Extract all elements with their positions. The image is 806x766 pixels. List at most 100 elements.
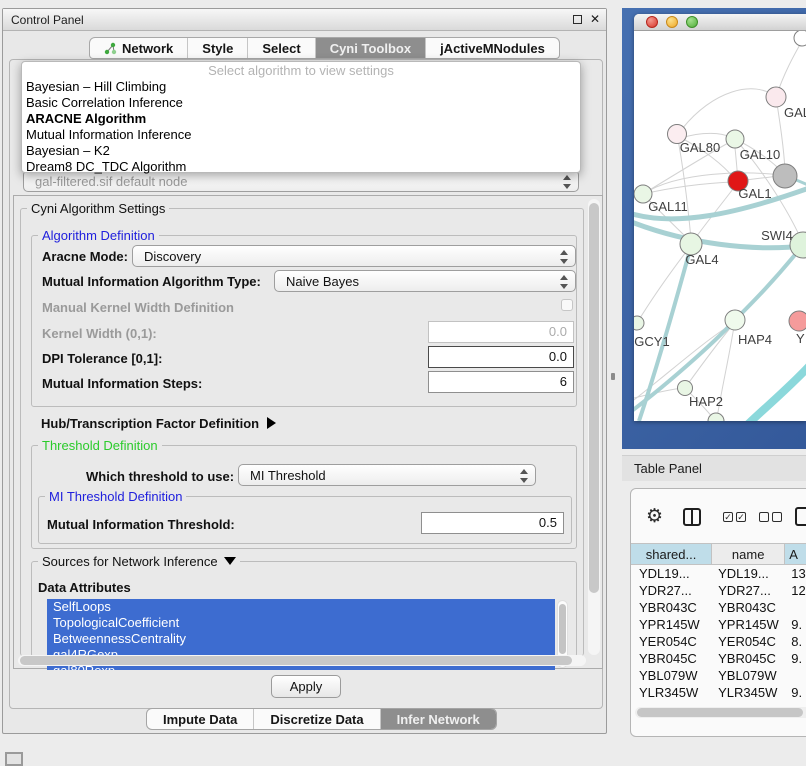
network-window-titlebar[interactable] (634, 14, 806, 31)
table-row[interactable]: YBR045C YBR045C 9. (631, 650, 806, 667)
data-attribute-item[interactable]: BetweennessCentrality (47, 631, 555, 647)
column-header-shared-name[interactable]: shared... (631, 544, 712, 564)
deselect-all-checkboxes-icon[interactable] (759, 512, 782, 522)
popup-item[interactable]: Mutual Information Inference (22, 127, 580, 143)
aracne-mode-combobox[interactable]: Discovery (132, 245, 576, 267)
control-panel-tabbar: Network Style Select Cyni Toolbox jActiv… (89, 37, 560, 59)
minimized-panel-icon[interactable] (5, 752, 23, 766)
tab-select[interactable]: Select (248, 38, 315, 58)
expander-right-arrow-icon (267, 417, 276, 429)
mi-threshold-label: Mutual Information Threshold: (47, 517, 235, 532)
manual-kernel-width-checkbox[interactable] (561, 299, 573, 311)
algorithm-definition-title: Algorithm Definition (38, 228, 159, 243)
network-node-label: GAL (784, 105, 806, 120)
column-header-partial[interactable]: A (785, 544, 806, 564)
table-row[interactable]: YLR345W YLR345W 9. (631, 684, 806, 701)
table-function-icon[interactable] (795, 507, 806, 526)
combo-stepper-icon (560, 249, 568, 265)
close-icon[interactable]: ✕ (590, 12, 600, 26)
splitter-handle[interactable] (611, 373, 615, 380)
table-row[interactable]: YBR043C YBR043C (631, 599, 806, 616)
network-node[interactable] (725, 310, 745, 330)
mi-algorithm-type-label: Mutual Information Algorithm Type: (42, 274, 261, 289)
mi-steps-label: Mutual Information Steps: (42, 376, 202, 391)
table-panel: ⚙ ✓✓ shared... name A YDL19... YDL19... … (630, 488, 806, 737)
which-threshold-combobox[interactable]: MI Threshold (238, 464, 536, 486)
popup-item[interactable]: Basic Correlation Inference (22, 95, 580, 111)
network-node[interactable] (726, 130, 744, 148)
aracne-mode-label: Aracne Mode: (42, 249, 128, 264)
mi-algorithm-type-combobox[interactable]: Naive Bayes (274, 270, 576, 292)
tab-cyni-toolbox[interactable]: Cyni Toolbox (316, 38, 426, 58)
network-node-label: GAL10 (740, 147, 780, 162)
network-node[interactable] (766, 87, 786, 107)
minimize-traffic-light-icon[interactable] (666, 16, 678, 28)
kernel-width-field[interactable]: 0.0 (428, 321, 574, 343)
columns-icon[interactable] (683, 508, 701, 526)
threshold-definition-title: Threshold Definition (38, 438, 162, 453)
kernel-width-label: Kernel Width (0,1): (42, 326, 157, 341)
network-node[interactable] (794, 31, 806, 46)
table-row[interactable]: YBL079W YBL079W (631, 667, 806, 684)
which-threshold-label: Which threshold to use: (86, 469, 234, 484)
tab-impute-data[interactable]: Impute Data (147, 709, 254, 729)
popup-item[interactable]: ARACNE Algorithm (22, 111, 580, 127)
select-all-checkboxes-icon[interactable]: ✓✓ (723, 512, 746, 522)
table-header-row: shared... name A (631, 543, 806, 565)
table-row[interactable]: YDR27... YDR27... 12 (631, 582, 806, 599)
mi-threshold-group-title: MI Threshold Definition (45, 489, 186, 504)
cyni-settings-scrollpane: Cyni Algorithm Settings Algorithm Defini… (13, 195, 603, 669)
network-node-label: GAL11 (648, 199, 688, 214)
apply-button[interactable]: Apply (271, 675, 341, 698)
dpi-tolerance-field[interactable]: 0.0 (428, 346, 574, 368)
network-node-label: GCY1 (634, 334, 669, 349)
control-panel-titlebar: Control Panel ✕ (3, 9, 606, 31)
popup-item-list: Bayesian – Hill ClimbingBasic Correlatio… (22, 79, 580, 175)
tab-jactivemnodules[interactable]: jActiveMNodules (426, 38, 559, 58)
zoom-traffic-light-icon[interactable] (686, 16, 698, 28)
network-node[interactable] (634, 316, 644, 330)
network-canvas[interactable]: GALGAL80GAL10GAL1GAL11SWI4GAL4GCY1HAP4YH… (634, 31, 806, 421)
table-row[interactable]: YIL053C YIL053C 9 (631, 701, 806, 705)
mi-steps-field[interactable]: 6 (428, 371, 574, 393)
manual-kernel-width-label: Manual Kernel Width Definition (42, 300, 234, 315)
settings-horizontal-scrollbar[interactable] (18, 655, 586, 666)
dpi-tolerance-label: DPI Tolerance [0,1]: (42, 351, 162, 366)
gear-icon[interactable]: ⚙ (646, 507, 663, 526)
network-node-label: GAL80 (680, 140, 720, 155)
table-row[interactable]: YER054C YER054C 8. (631, 633, 806, 650)
cyni-algorithm-settings-title: Cyni Algorithm Settings (27, 201, 169, 216)
tab-style[interactable]: Style (188, 38, 248, 58)
table-row[interactable]: YDL19... YDL19... 13 (631, 565, 806, 582)
algorithm-dropdown-popup: Select algorithm to view settings Bayesi… (21, 61, 581, 173)
column-header-name[interactable]: name (712, 544, 785, 564)
network-node-label: Y (796, 331, 805, 346)
popup-item[interactable]: Bayesian – Hill Climbing (22, 79, 580, 95)
tab-infer-network[interactable]: Infer Network (381, 709, 496, 729)
sources-group-title[interactable]: Sources for Network Inference (38, 554, 240, 569)
mi-threshold-field[interactable]: 0.5 (421, 512, 564, 534)
float-window-icon[interactable] (573, 15, 582, 24)
mi-threshold-group: MI Threshold Definition Mutual Informati… (38, 496, 572, 544)
tab-discretize-data[interactable]: Discretize Data (254, 709, 380, 729)
network-node-label: HAP2 (689, 394, 723, 409)
settings-vertical-scrollbar[interactable] (588, 199, 600, 655)
table-horizontal-scrollbar[interactable] (635, 707, 806, 718)
popup-item[interactable]: Bayesian – K2 (22, 143, 580, 159)
network-view-frame: GALGAL80GAL10GAL1GAL11SWI4GAL4GCY1HAP4YH… (622, 8, 806, 449)
network-node[interactable] (789, 311, 806, 331)
node-table: shared... name A YDL19... YDL19... 13 YD… (631, 543, 806, 705)
table-panel-title: Table Panel (634, 461, 702, 476)
table-row[interactable]: YPR145W YPR145W 9. (631, 616, 806, 633)
network-node-label: SWI4 (761, 228, 793, 243)
tab-network[interactable]: Network (90, 38, 188, 58)
combo-stepper-icon (563, 174, 571, 190)
data-attribute-item[interactable]: TopologicalCoefficient (47, 615, 555, 631)
popup-item[interactable]: Dream8 DC_TDC Algorithm (22, 159, 580, 175)
network-node[interactable] (773, 164, 797, 188)
data-attributes-label: Data Attributes (38, 580, 131, 595)
data-attribute-item[interactable]: SelfLoops (47, 599, 555, 615)
close-traffic-light-icon[interactable] (646, 16, 658, 28)
hub-definition-expander[interactable]: Hub/Transcription Factor Definition (41, 416, 276, 431)
expander-down-arrow-icon (224, 557, 236, 565)
